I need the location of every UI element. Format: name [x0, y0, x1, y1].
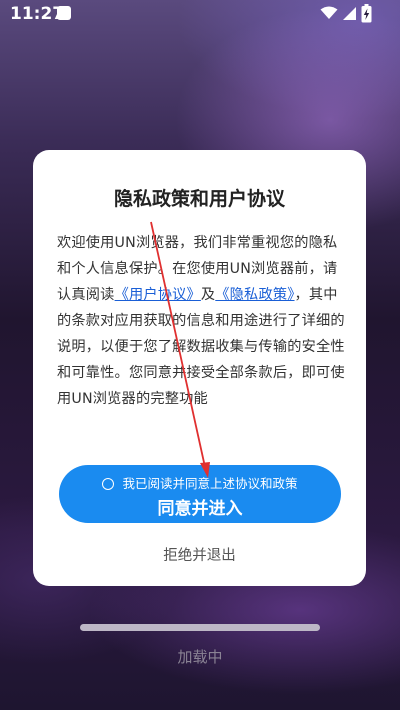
and-text: 及 [200, 287, 216, 303]
loading-label: 加载中 [177, 648, 223, 666]
privacy-policy-link[interactable]: 《隐私政策》 [215, 287, 294, 303]
consent-radio-icon[interactable] [102, 478, 115, 490]
status-bar: 11:27 [0, 0, 400, 30]
consent-checkbox-row[interactable]: 我已阅读并同意上述协议和政策 [59, 473, 341, 492]
reject-and-exit-button[interactable]: 拒绝并退出 [33, 544, 366, 565]
loading-progress-bar [80, 624, 320, 631]
status-time: 11:27 [10, 4, 65, 24]
consent-text: 我已阅读并同意上述协议和政策 [122, 476, 298, 491]
signal-icon [343, 7, 356, 20]
privacy-dialog: 隐私政策和用户协议 欢迎使用UN浏览器，我们非常重视您的隐私和个人信息保护。在您… [33, 150, 366, 586]
body-rest-text: ，其中的条款对应用获取的信息和用途进行了详细的说明，以便于您了解数据收集与传输的… [57, 287, 345, 407]
user-agreement-link[interactable]: 《用户协议》 [115, 287, 201, 303]
dialog-title: 隐私政策和用户协议 [113, 188, 285, 210]
dialog-body-text: 欢迎使用UN浏览器，我们非常重视您的隐私和个人信息保护。在您使用UN浏览器前，请… [57, 230, 345, 412]
agree-and-enter-button[interactable]: 我已阅读并同意上述协议和政策 同意并进入 [59, 465, 341, 523]
agree-button-label: 同意并进入 [157, 499, 243, 519]
battery-charging-icon [361, 4, 372, 23]
wifi-icon [320, 6, 338, 19]
notification-icon [57, 6, 71, 20]
